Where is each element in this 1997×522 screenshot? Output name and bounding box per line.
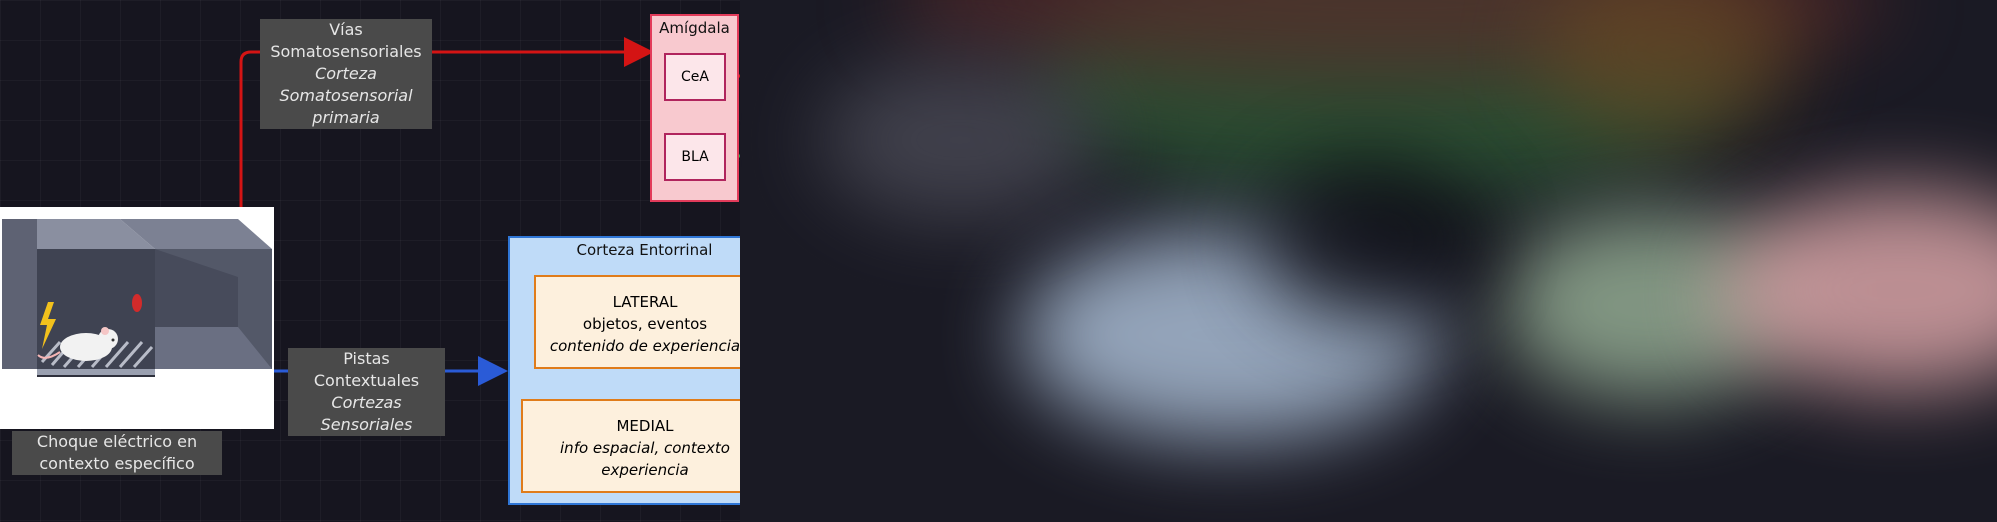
stimulus-caption: Choque eléctrico en contexto específico — [12, 431, 222, 475]
medial-region: MEDIAL info espacial, contexto experienc… — [521, 399, 769, 493]
conditioning-chamber-image — [0, 207, 274, 429]
stimulus-caption-text: Choque eléctrico en contexto específico — [36, 432, 198, 473]
contextual-subtitle: Cortezas Sensoriales — [320, 393, 413, 434]
amygdala-title: Amígdala — [659, 19, 730, 37]
bla-label: BLA — [681, 149, 709, 165]
lateral-line2: contenido de experiencia — [549, 337, 741, 355]
cea-nucleus: CeA — [664, 53, 726, 101]
somatosensory-subtitle: Corteza Somatosensorial primaria — [279, 64, 413, 127]
entorhinal-title: Corteza Entorrinal — [576, 241, 713, 259]
somatosensory-label: Vías Somatosensoriales Corteza Somatosen… — [260, 19, 432, 129]
contextual-label: Pistas Contextuales Cortezas Sensoriales — [288, 348, 445, 436]
blur-blob-gray — [820, 60, 1100, 220]
lateral-region: LATERAL objetos, eventos contenido de ex… — [534, 275, 756, 369]
lateral-line1: objetos, eventos — [582, 315, 708, 333]
bla-nucleus: BLA — [664, 133, 726, 181]
somatosensory-title: Vías Somatosensoriales — [270, 20, 422, 61]
contextual-title: Pistas Contextuales — [313, 349, 420, 390]
medial-name: MEDIAL — [616, 417, 674, 435]
amygdala-box: Amígdala CeA BLA — [650, 14, 739, 202]
chamber-illustration — [2, 219, 272, 377]
obscured-region — [740, 0, 1997, 522]
lateral-name: LATERAL — [612, 293, 678, 311]
blur-blob-dark — [1260, 160, 1480, 320]
cea-label: CeA — [681, 69, 709, 85]
medial-line1: info espacial, contexto experiencia — [560, 439, 730, 479]
